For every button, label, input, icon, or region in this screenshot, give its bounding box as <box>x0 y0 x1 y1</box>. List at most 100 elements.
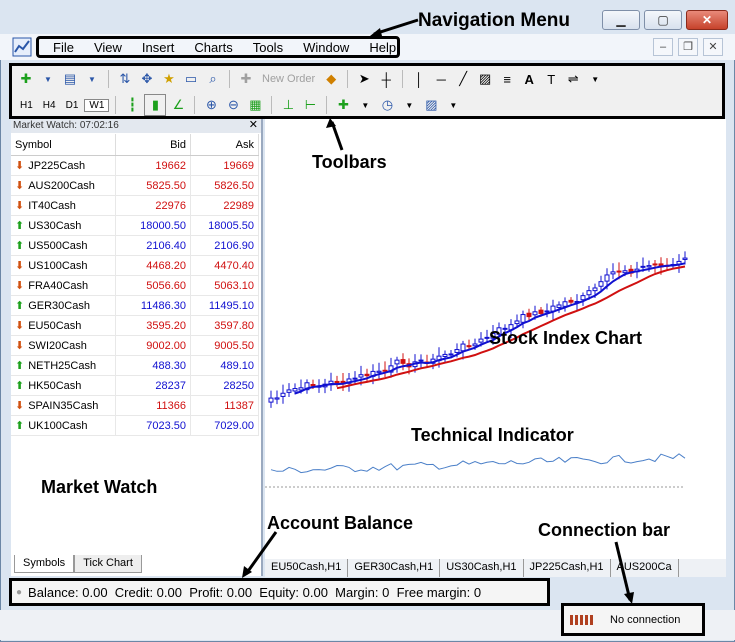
timeframe-w1-button[interactable]: W1 <box>84 98 110 112</box>
table-row[interactable]: ⬇ JP225Cash 19662 19669 <box>11 155 259 176</box>
new-order-button[interactable]: New Order <box>258 73 319 85</box>
market-watch-panel: Market Watch: 07:02:16 ✕ Symbol Bid Ask … <box>11 119 263 576</box>
profiles-icon[interactable]: ▤ <box>60 69 80 89</box>
symbol-cell: ⬆ US30Cash <box>11 215 116 236</box>
table-row[interactable]: ⬇ EU50Cash 3595.20 3597.80 <box>11 315 259 336</box>
close-button[interactable]: ✕ <box>686 10 728 30</box>
table-row[interactable]: ⬇ IT40Cash 22976 22989 <box>11 195 259 216</box>
dropdown-icon[interactable]: ▼ <box>443 95 463 115</box>
navigator-icon[interactable]: ★ <box>159 69 179 89</box>
periods-clock-icon[interactable]: ◷ <box>377 95 397 115</box>
table-row[interactable]: ⬇ AUS200Cash 5825.50 5826.50 <box>11 175 259 196</box>
table-row[interactable]: ⬆ NETH25Cash 488.30 489.10 <box>11 355 259 376</box>
menu-help[interactable]: Help <box>359 40 406 55</box>
candle-body <box>442 353 448 357</box>
column-header-symbol[interactable]: Symbol <box>11 134 116 156</box>
text-icon[interactable]: A <box>519 69 539 89</box>
autoscroll-icon[interactable]: ⊢ <box>300 95 320 115</box>
symbol-name: US100Cash <box>28 260 88 272</box>
templates-icon[interactable]: ▨ <box>421 95 441 115</box>
timeframe-h4-button[interactable]: H4 <box>39 100 60 111</box>
bar-chart-icon[interactable]: ┇ <box>122 95 142 115</box>
candle-body <box>448 353 454 356</box>
symbol-cell: ⬇ SPAIN35Cash <box>11 395 116 416</box>
column-header-bid[interactable]: Bid <box>115 134 191 156</box>
symbol-name: US30Cash <box>28 220 82 232</box>
menu-charts[interactable]: Charts <box>184 40 242 55</box>
arrows-icon[interactable]: ⇌ <box>563 69 583 89</box>
chart-tab[interactable]: US30Cash,H1 <box>440 559 524 577</box>
table-row[interactable]: ⬆ UK100Cash 7023.50 7029.00 <box>11 415 259 436</box>
candle-body <box>568 299 574 303</box>
mdi-minimize-button[interactable]: – <box>653 38 673 56</box>
candle-body <box>310 383 316 387</box>
minimize-button[interactable]: ▁ <box>602 10 640 30</box>
tester-icon[interactable]: ⌕ <box>203 69 223 89</box>
separator <box>326 96 328 114</box>
column-header-ask[interactable]: Ask <box>190 134 259 156</box>
arrow-down-icon: ⬇ <box>15 400 25 412</box>
new-chart-icon[interactable]: ✚ <box>16 69 36 89</box>
menu-insert[interactable]: Insert <box>132 40 185 55</box>
chart-shift-icon[interactable]: ⊥ <box>278 95 298 115</box>
menu-view[interactable]: View <box>84 40 132 55</box>
dropdown-icon[interactable]: ▼ <box>585 69 605 89</box>
menu-window[interactable]: Window <box>293 40 359 55</box>
tab-symbols[interactable]: Symbols <box>14 555 75 573</box>
dropdown-icon[interactable]: ▼ <box>355 95 375 115</box>
candle-body <box>538 309 544 314</box>
menu-file[interactable]: File <box>43 40 84 55</box>
candle-body <box>562 301 568 307</box>
close-icon[interactable]: ✕ <box>249 119 258 132</box>
horizontal-line-icon[interactable]: ─ <box>431 69 451 89</box>
zoom-out-icon[interactable]: ⊖ <box>223 95 243 115</box>
zoom-in-icon[interactable]: ⊕ <box>201 95 221 115</box>
candle-body <box>586 290 592 296</box>
table-row[interactable]: ⬇ SPAIN35Cash 11366 11387 <box>11 395 259 416</box>
crosshair-icon[interactable]: ✥ <box>137 69 157 89</box>
market-watch-icon[interactable]: ⇅ <box>115 69 135 89</box>
candle-body <box>472 343 478 347</box>
table-row[interactable]: ⬆ US500Cash 2106.40 2106.90 <box>11 235 259 256</box>
table-row[interactable]: ⬆ HK50Cash 28237 28250 <box>11 375 259 396</box>
auto-trading-icon[interactable]: ◆ <box>321 69 341 89</box>
crosshair-tool-icon[interactable]: ┼ <box>376 69 396 89</box>
market-watch-rows: ⬇ JP225Cash 19662 19669 ⬇ AUS200Cash 5825.50 58… <box>11 155 259 436</box>
line-chart-icon[interactable]: ∠ <box>168 95 188 115</box>
maximize-button[interactable]: ▢ <box>644 10 682 30</box>
dropdown-icon[interactable]: ▼ <box>38 69 58 89</box>
vertical-line-icon[interactable]: │ <box>409 69 429 89</box>
chart-tab[interactable]: GER30Cash,H1 <box>348 559 441 577</box>
menu-tools[interactable]: Tools <box>243 40 293 55</box>
mdi-restore-button[interactable]: ❐ <box>678 38 698 56</box>
channel-icon[interactable]: ▨ <box>475 69 495 89</box>
trendline-icon[interactable]: ╱ <box>453 69 473 89</box>
mdi-close-button[interactable]: ✕ <box>703 38 723 56</box>
ask-cell: 5826.50 <box>190 175 259 196</box>
separator <box>194 96 196 114</box>
candle-body <box>334 380 340 384</box>
table-row[interactable]: ⬆ US30Cash 18000.50 18005.50 <box>11 215 259 236</box>
timeframe-d1-button[interactable]: D1 <box>62 100 83 111</box>
text-label-icon[interactable]: T <box>541 69 561 89</box>
symbol-cell: ⬆ US500Cash <box>11 235 116 256</box>
terminal-icon[interactable]: ▭ <box>181 69 201 89</box>
table-row[interactable]: ⬆ GER30Cash 11486.30 11495.10 <box>11 295 259 316</box>
dropdown-icon[interactable]: ▼ <box>399 95 419 115</box>
cursor-icon[interactable]: ➤ <box>354 69 374 89</box>
candlestick-chart-icon[interactable]: ▮ <box>144 94 167 116</box>
chart-tab[interactable]: JP225Cash,H1 <box>524 559 611 577</box>
table-row[interactable]: ⬇ FRA40Cash 5056.60 5063.10 <box>11 275 259 296</box>
dropdown-icon[interactable]: ▼ <box>82 69 102 89</box>
candle-body <box>652 263 658 266</box>
annotation-technical-indicator: Technical Indicator <box>411 425 574 445</box>
bid-cell: 18000.50 <box>115 215 191 236</box>
tab-tick-chart[interactable]: Tick Chart <box>74 555 142 573</box>
fibonacci-icon[interactable]: ≡ <box>497 69 517 89</box>
new-order-icon[interactable]: ✚ <box>236 69 256 89</box>
table-row[interactable]: ⬇ US100Cash 4468.20 4470.40 <box>11 255 259 276</box>
tile-windows-icon[interactable]: ▦ <box>245 95 265 115</box>
indicators-icon[interactable]: ✚ <box>333 95 353 115</box>
timeframe-h1-button[interactable]: H1 <box>16 100 37 111</box>
table-row[interactable]: ⬇ SWI20Cash 9002.00 9005.50 <box>11 335 259 356</box>
